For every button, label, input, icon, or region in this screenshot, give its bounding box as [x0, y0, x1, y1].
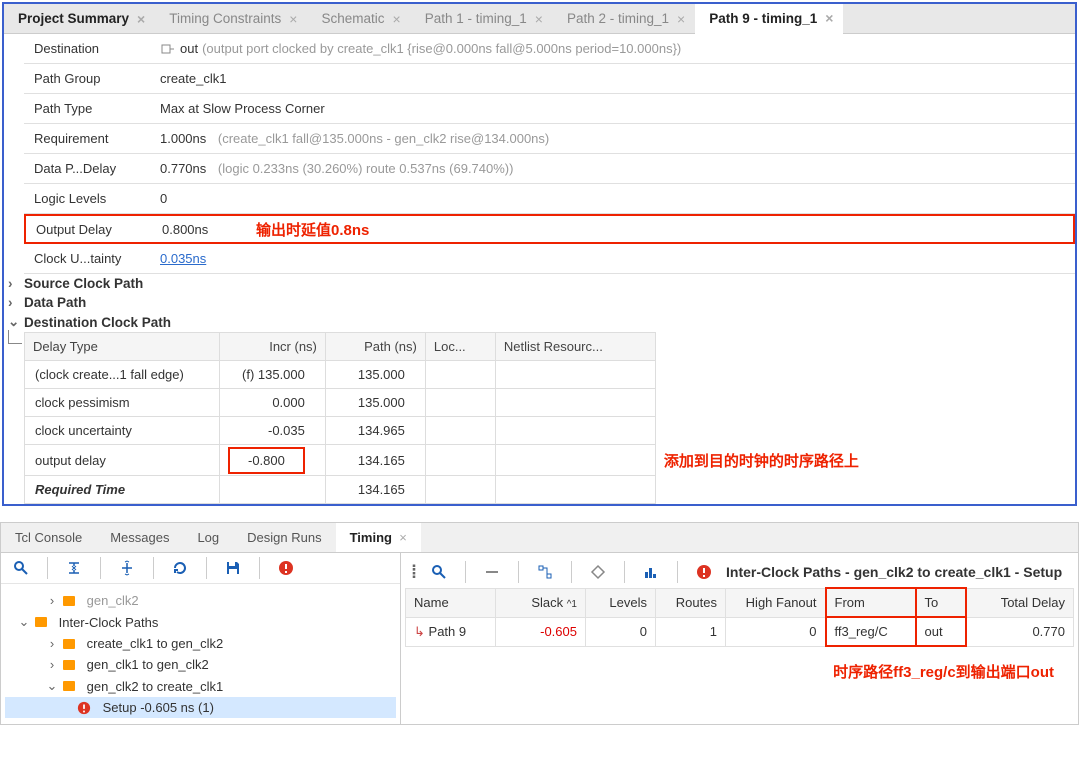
path-type-value: Max at Slow Process Corner — [154, 96, 331, 121]
data-delay-extra: (logic 0.233ns (30.260%) route 0.537ns (… — [218, 161, 514, 176]
data-path-section[interactable]: ›Data Path — [4, 293, 1075, 312]
error-icon[interactable] — [276, 558, 296, 578]
path-group-value: create_clk1 — [154, 66, 232, 91]
tree-item-gen1-to-gen2[interactable]: › gen_clk1 to gen_clk2 — [5, 654, 396, 675]
splitter-handle-icon[interactable]: ⁞ — [411, 562, 417, 583]
path-type-label: Path Type — [24, 96, 154, 121]
close-icon[interactable]: × — [825, 10, 833, 26]
col-delay-type[interactable]: Delay Type — [25, 333, 220, 361]
left-toolbar — [1, 553, 400, 584]
col-routes[interactable]: Routes — [656, 588, 726, 617]
dest-path-annotation: 添加到目的时钟的时序路径上 — [664, 453, 859, 470]
histogram-icon[interactable] — [641, 562, 661, 582]
output-delay-incr: -0.800 — [228, 447, 305, 474]
bottom-tabs: Tcl Console Messages Log Design Runs Tim… — [1, 523, 1078, 553]
col-total-delay[interactable]: Total Delay — [966, 588, 1074, 617]
tab-messages[interactable]: Messages — [96, 523, 183, 552]
table-row[interactable]: (clock create...1 fall edge)(f) 135.0001… — [25, 361, 1075, 389]
close-icon[interactable]: × — [535, 11, 543, 27]
tab-timing[interactable]: Timing × — [336, 523, 421, 552]
requirement-value: 1.000ns — [160, 131, 206, 146]
collapse-icon[interactable] — [64, 558, 84, 578]
expand-icon[interactable] — [117, 558, 137, 578]
clock-uncert-value[interactable]: 0.035ns — [160, 251, 206, 266]
bottom-panel: Tcl Console Messages Log Design Runs Tim… — [0, 522, 1079, 725]
tab-project-summary[interactable]: Project Summary× — [4, 4, 155, 33]
error-icon — [77, 701, 91, 715]
col-incr[interactable]: Incr (ns) — [220, 333, 326, 361]
destination-extra: (output port clocked by create_clk1 {ris… — [202, 41, 681, 56]
reload-icon[interactable] — [170, 558, 190, 578]
error-icon[interactable] — [694, 562, 714, 582]
path-group-label: Path Group — [24, 66, 154, 91]
table-row[interactable]: clock pessimism0.000135.000 — [25, 389, 1075, 417]
minus-icon[interactable] — [482, 562, 502, 582]
summary-table: Destination out (output port clocked by … — [4, 34, 1075, 274]
col-loc[interactable]: Loc... — [425, 333, 495, 361]
paths-title: Inter-Clock Paths - gen_clk2 to create_c… — [726, 564, 1062, 580]
destination-value: out — [180, 41, 198, 56]
tab-tcl-console[interactable]: Tcl Console — [1, 523, 96, 552]
path-arrow-icon: ↳ — [414, 624, 425, 639]
search-icon[interactable] — [429, 562, 449, 582]
close-icon[interactable]: × — [137, 11, 145, 27]
tab-path1[interactable]: Path 1 - timing_1× — [411, 4, 553, 33]
timing-tree: › gen_clk2 ⌄ Inter-Clock Paths › create_… — [1, 584, 401, 724]
dest-clock-path-section[interactable]: ⌄Destination Clock Path — [4, 312, 1075, 332]
tab-log[interactable]: Log — [183, 523, 233, 552]
col-fanout[interactable]: High Fanout — [726, 588, 826, 617]
paths-pane: ⁞ Inter-Clock Paths - gen_clk2 to create… — [401, 553, 1078, 724]
data-delay-value: 0.770ns — [160, 161, 206, 176]
source-clock-path-section[interactable]: ›Source Clock Path — [4, 274, 1075, 293]
close-icon[interactable]: × — [289, 11, 297, 27]
output-delay-value: 0.800ns — [156, 217, 236, 242]
col-netlist[interactable]: Netlist Resourc... — [495, 333, 655, 361]
col-slack[interactable]: Slack ^1 — [496, 588, 586, 617]
tree-item-clk1-to-gen2[interactable]: › create_clk1 to gen_clk2 — [5, 633, 396, 654]
tab-design-runs[interactable]: Design Runs — [233, 523, 335, 552]
tree-item-cutoff[interactable]: › gen_clk2 — [5, 590, 396, 611]
save-icon[interactable] — [223, 558, 243, 578]
requirement-label: Requirement — [24, 126, 154, 151]
logic-levels-value: 0 — [154, 186, 173, 211]
path-icon[interactable] — [535, 562, 555, 582]
destination-label: Destination — [24, 36, 154, 61]
col-path[interactable]: Path (ns) — [325, 333, 425, 361]
table-row[interactable]: ↳ Path 9 -0.605 0 1 0 ff3_reg/C out 0.77… — [406, 617, 1074, 646]
data-delay-label: Data P...Delay — [24, 156, 154, 181]
tree-item-gen2-to-clk1[interactable]: ⌄ gen_clk2 to create_clk1 — [5, 675, 396, 697]
top-tabs: Project Summary× Timing Constraints× Sch… — [4, 4, 1075, 34]
tree-item-interclock[interactable]: ⌄ Inter-Clock Paths — [5, 611, 396, 633]
table-row[interactable]: clock uncertainty-0.035134.965 — [25, 417, 1075, 445]
tab-timing-constraints[interactable]: Timing Constraints× — [155, 4, 307, 33]
bottom-annotation: 时序路径ff3_reg/c到输出端口out — [833, 664, 1054, 681]
col-from[interactable]: From — [826, 588, 916, 617]
col-name[interactable]: Name — [406, 588, 496, 617]
clock-uncert-label: Clock U...tainty — [24, 246, 154, 271]
tab-path2[interactable]: Path 2 - timing_1× — [553, 4, 695, 33]
tree-item-setup[interactable]: Setup -0.605 ns (1) — [5, 697, 396, 718]
output-delay-label: Output Delay — [26, 217, 156, 242]
close-icon[interactable]: × — [677, 11, 685, 27]
search-icon[interactable] — [11, 558, 31, 578]
requirement-extra: (create_clk1 fall@135.000ns - gen_clk2 r… — [218, 131, 549, 146]
close-icon[interactable]: × — [393, 11, 401, 27]
tab-schematic[interactable]: Schematic× — [307, 4, 410, 33]
logic-levels-label: Logic Levels — [24, 186, 154, 211]
close-icon[interactable]: × — [399, 530, 407, 545]
output-port-icon — [160, 41, 176, 57]
table-row[interactable]: output delay -0.800 134.165 添加到目的时钟的时序路径… — [25, 445, 1075, 476]
table-row[interactable]: Required Time134.165 — [25, 476, 1075, 504]
schematic-icon[interactable] — [588, 562, 608, 582]
output-delay-annotation: 输出时延值0.8ns — [256, 219, 369, 240]
destination-clock-table: Delay Type Incr (ns) Path (ns) Loc... Ne… — [24, 332, 1075, 504]
tab-path9[interactable]: Path 9 - timing_1× — [695, 4, 843, 34]
col-levels[interactable]: Levels — [586, 588, 656, 617]
col-to[interactable]: To — [916, 588, 966, 617]
paths-table: Name Slack ^1 Levels Routes High Fanout … — [405, 587, 1074, 647]
timing-report-panel: Project Summary× Timing Constraints× Sch… — [2, 2, 1077, 506]
